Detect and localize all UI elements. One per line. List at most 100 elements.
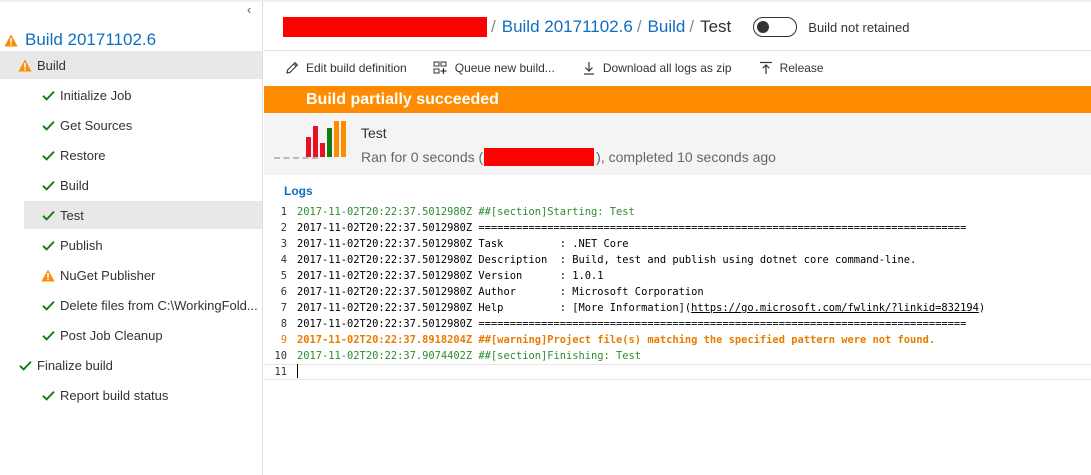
checkmark-icon (40, 207, 56, 223)
sidebar-item-label: Build (37, 57, 66, 73)
log-line: 10 2017-11-02T20:22:37.9074402Z ##[sectio… (264, 348, 1091, 364)
checkmark-icon (17, 357, 33, 373)
line-number: 4 (280, 254, 287, 266)
log-text: 2017-11-02T20:22:37.5012980Z Version : 1… (297, 270, 604, 282)
retain-toggle[interactable] (753, 17, 798, 37)
log-text-content: 2017-11-02T20:22:37.5012980Z Task : .NET… (297, 238, 629, 250)
history-bar[interactable] (334, 121, 339, 157)
sidebar-item-label: Build (60, 177, 89, 193)
collapse-sidebar-icon[interactable]: ‹ (247, 3, 259, 17)
sidebar-item-build[interactable]: Build (0, 171, 262, 199)
line-number: 7 (280, 302, 287, 314)
queue-new-build-button[interactable]: Queue new build... (433, 60, 555, 76)
sidebar-item-publish[interactable]: Publish (0, 231, 262, 259)
sidebar-item-label: Restore (60, 147, 106, 163)
queue-icon (433, 60, 449, 76)
help-link[interactable]: https://go.microsoft.com/fwlink/?linkid=… (691, 302, 979, 314)
line-number: 2 (280, 222, 287, 234)
sidebar-item-label: NuGet Publisher (60, 267, 156, 283)
sidebar-item-report-build-status[interactable]: Report build status (0, 381, 262, 409)
log-line: 5 2017-11-02T20:22:37.5012980Z Version : … (264, 268, 1091, 284)
log-line: 3 2017-11-02T20:22:37.5012980Z Task : .NE… (264, 236, 1091, 252)
sidebar-item-finalize-build[interactable]: Finalize build (0, 351, 262, 379)
toggle-knob (757, 21, 770, 33)
log-line: 4 2017-11-02T20:22:37.5012980Z Descriptio… (264, 252, 1091, 268)
sidebar-item-nuget-publisher[interactable]: NuGet Publisher (0, 261, 262, 289)
line-number: 5 (280, 270, 287, 282)
checkmark-icon (40, 87, 56, 103)
checkmark-icon (40, 297, 56, 313)
line-number: 8 (280, 318, 287, 330)
sidebar-item-label: Initialize Job (60, 87, 132, 103)
log-text (297, 363, 298, 381)
summary-subtitle: Ran for 0 seconds ( ), completed 10 seco… (361, 148, 776, 166)
breadcrumb-separator: / (636, 17, 642, 36)
ran-suffix: ), completed 10 seconds ago (596, 149, 776, 165)
sidebar-item-post-job-cleanup[interactable]: Post Job Cleanup (0, 321, 262, 349)
log-text-content: 2017-11-02T20:22:37.9074402Z ##[section]… (297, 350, 642, 362)
history-bar[interactable] (327, 128, 332, 157)
checkmark-icon (40, 117, 56, 133)
build-title[interactable]: Build 20171102.6 (4, 29, 156, 51)
warning-icon (4, 34, 20, 47)
log-viewer[interactable]: 1 2017-11-02T20:22:37.5012980Z ##[section… (264, 204, 1091, 380)
sidebar-item-label: Get Sources (60, 117, 133, 133)
edit-build-definition-label: Edit build definition (306, 61, 407, 75)
log-text: 2017-11-02T20:22:37.5012980Z Description… (297, 254, 916, 266)
release-button[interactable]: Release (758, 60, 824, 76)
sidebar-item-initialize-job[interactable]: Initialize Job (0, 81, 262, 109)
log-line: 11 (264, 363, 1091, 381)
toolbar: Edit build definition Queue new build...… (264, 50, 1091, 85)
history-bar[interactable] (306, 137, 311, 157)
sidebar-item-get-sources[interactable]: Get Sources (0, 111, 262, 139)
sidebar-item-test[interactable]: Test (24, 201, 262, 229)
log-line: 1 2017-11-02T20:22:37.5012980Z ##[section… (264, 204, 1091, 220)
sidebar-item-label: Report build status (60, 387, 169, 403)
log-text-content: 2017-11-02T20:22:37.5012980Z Description… (297, 254, 917, 266)
log-text: 2017-11-02T20:22:37.8918204Z ##[warning]… (297, 334, 935, 346)
sidebar-item-build[interactable]: Build (0, 51, 262, 79)
history-bar[interactable] (341, 121, 346, 157)
build-history-chart[interactable] (306, 121, 354, 157)
breadcrumb-build-link[interactable]: Build 20171102.6 (502, 17, 633, 37)
line-number: 1 (280, 206, 287, 218)
sidebar-item-label: Delete files from C:\WorkingFold... (60, 297, 258, 313)
sidebar-item-restore[interactable]: Restore (0, 141, 262, 169)
breadcrumb-section-link[interactable]: Build (648, 17, 686, 37)
history-dashes (274, 157, 318, 159)
log-text-content: 2017-11-02T20:22:37.5012980Z ===========… (297, 222, 967, 234)
log-text-content: 2017-11-02T20:22:37.5012980Z Version : 1… (297, 270, 604, 282)
checkmark-icon (40, 177, 56, 193)
log-line: 2 2017-11-02T20:22:37.5012980Z ==========… (264, 220, 1091, 236)
log-text-content: 2017-11-02T20:22:37.5012980Z Author : Mi… (297, 286, 704, 298)
build-status-banner: Build partially succeeded (264, 86, 1091, 113)
log-text: 2017-11-02T20:22:37.9074402Z ##[section]… (297, 350, 641, 362)
summary-title: Test (361, 125, 387, 141)
logs-title: Logs (284, 184, 313, 198)
log-text-after: ) (978, 302, 986, 314)
line-number: 10 (274, 350, 287, 362)
job-summary: Test Ran for 0 seconds ( ), completed 10… (264, 113, 1091, 175)
redacted-project-name (283, 17, 487, 37)
checkmark-icon (40, 387, 56, 403)
log-line: 7 2017-11-02T20:22:37.5012980Z Help : [Mo… (264, 300, 1091, 316)
history-bar[interactable] (320, 143, 325, 157)
sidebar-item-delete-files-from-c-workingfold[interactable]: Delete files from C:\WorkingFold... (0, 291, 262, 319)
download-icon (581, 60, 597, 76)
download-logs-button[interactable]: Download all logs as zip (581, 60, 732, 76)
history-bar[interactable] (313, 126, 318, 157)
line-number: 3 (280, 238, 287, 250)
edit-build-definition-button[interactable]: Edit build definition (284, 60, 407, 76)
log-line: 8 2017-11-02T20:22:37.5012980Z ==========… (264, 316, 1091, 332)
queue-new-build-label: Queue new build... (454, 61, 555, 75)
log-text: 2017-11-02T20:22:37.5012980Z Author : Mi… (297, 286, 704, 298)
sidebar-item-label: Publish (60, 237, 103, 253)
release-icon (758, 60, 774, 76)
line-number: 9 (280, 334, 287, 346)
log-text: 2017-11-02T20:22:37.5012980Z Task : .NET… (297, 238, 629, 250)
log-line: 6 2017-11-02T20:22:37.5012980Z Author : M… (264, 284, 1091, 300)
log-text: 2017-11-02T20:22:37.5012980Z ##[section]… (297, 206, 635, 218)
redacted-agent-name (484, 148, 595, 166)
sidebar-item-label: Finalize build (37, 357, 113, 373)
pencil-icon (284, 60, 300, 76)
